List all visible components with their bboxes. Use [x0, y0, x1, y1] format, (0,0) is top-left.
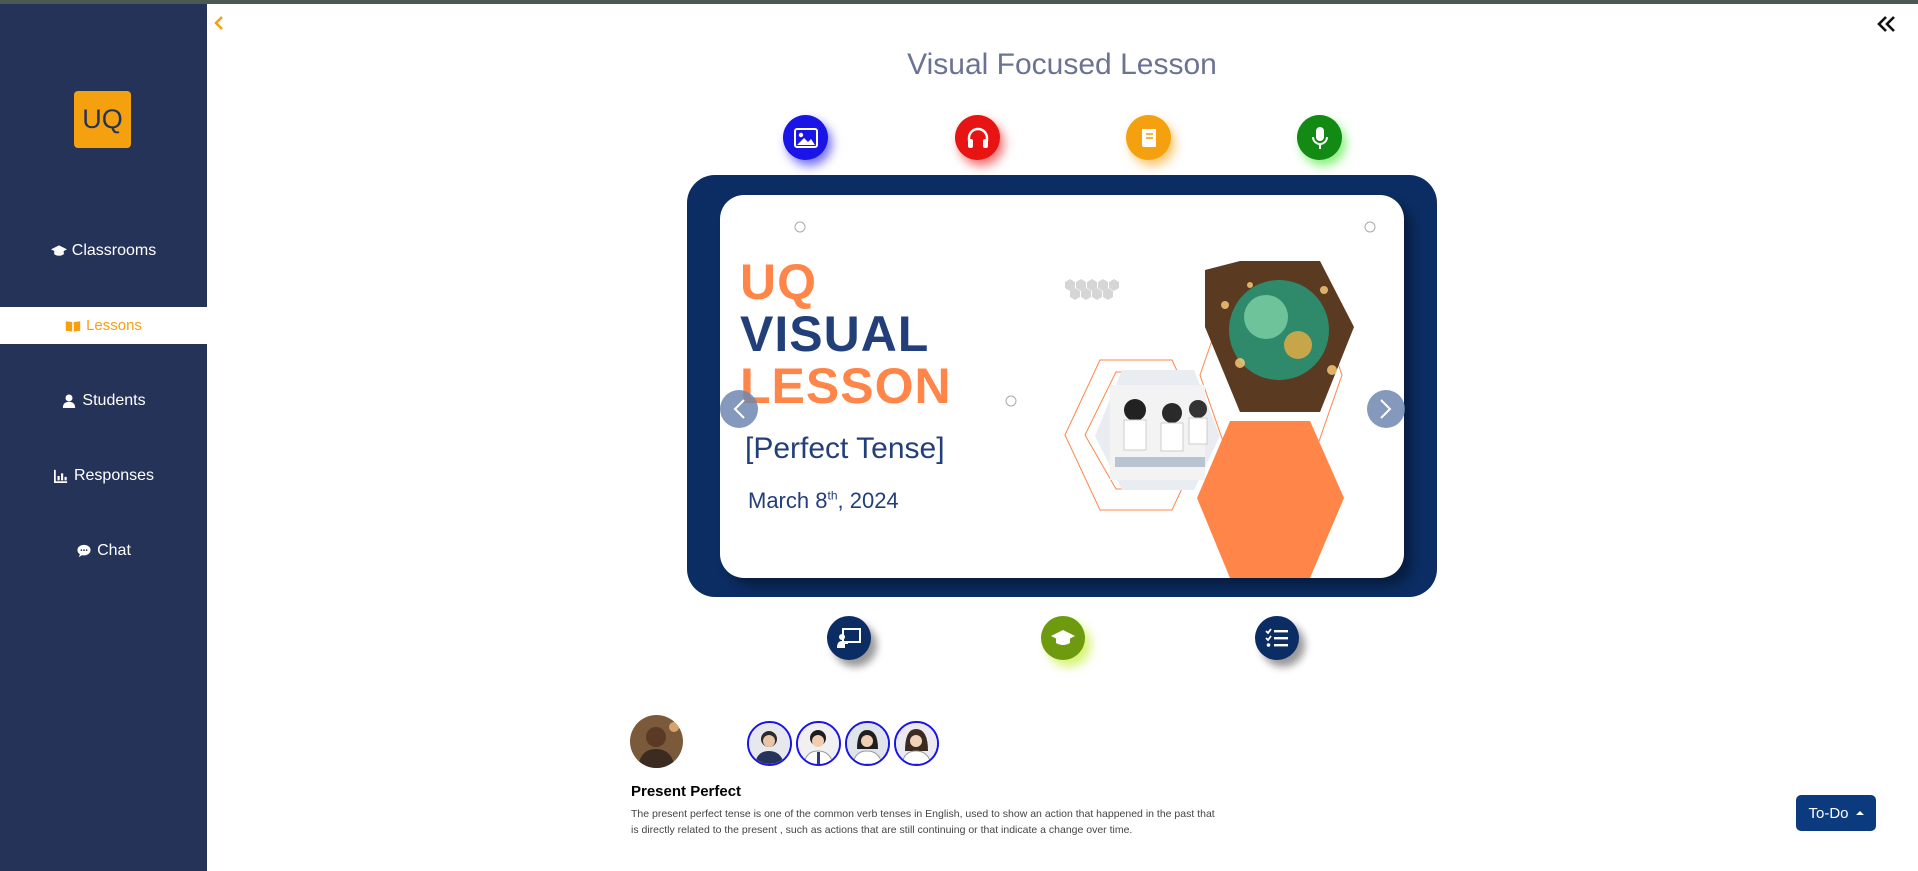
- book-icon: [1141, 128, 1156, 147]
- lesson-name: Present Perfect: [631, 783, 742, 800]
- slide-title-line1: UQ: [740, 254, 817, 310]
- reading-mode-button[interactable]: [1126, 115, 1171, 160]
- teacher-avatar[interactable]: [630, 715, 683, 768]
- back-button[interactable]: [214, 14, 224, 37]
- previous-slide-button[interactable]: [720, 390, 758, 428]
- sidebar-item-label: Lessons: [86, 317, 142, 334]
- sidebar-item-label: Students: [82, 391, 146, 409]
- sidebar-item-chat[interactable]: Chat: [0, 532, 207, 569]
- slide-date: March 8th, 2024: [748, 488, 899, 514]
- page-title: Visual Focused Lesson: [907, 48, 1217, 81]
- graduation-button[interactable]: [1041, 616, 1085, 660]
- graduation-cap-icon: [50, 244, 67, 256]
- slide-date-prefix: March 8: [748, 488, 828, 513]
- bar-chart-icon: [53, 469, 68, 483]
- image-icon: [793, 127, 818, 148]
- chevron-right-icon: [1380, 399, 1392, 419]
- user-icon: [63, 393, 76, 408]
- microphone-icon: [1311, 126, 1328, 149]
- caret-up-icon: [1855, 811, 1864, 815]
- double-chevron-left-icon: [1877, 16, 1895, 32]
- graduation-cap-icon: [1051, 630, 1075, 645]
- checklist-icon: [1265, 628, 1288, 647]
- student-avatar[interactable]: [796, 721, 841, 766]
- slide-date-sup: th: [827, 488, 838, 503]
- todo-label: To-Do: [1808, 804, 1849, 822]
- student-avatar[interactable]: [894, 721, 939, 766]
- presentation-button[interactable]: [827, 616, 871, 660]
- sidebar-item-responses[interactable]: Responses: [0, 457, 207, 494]
- presentation-icon: [837, 628, 861, 648]
- speaking-mode-button[interactable]: [1297, 115, 1342, 160]
- sidebar: UQ Classrooms Lessons Students Responses…: [0, 4, 207, 871]
- sidebar-item-students[interactable]: Students: [0, 382, 207, 419]
- top-strip: [0, 0, 1918, 4]
- audio-mode-button[interactable]: [955, 115, 1000, 160]
- headphones-icon: [967, 127, 988, 148]
- lesson-slide: UQ VISUAL LESSON [Perfect Tense] March 8…: [720, 195, 1404, 578]
- sidebar-item-lessons[interactable]: Lessons: [0, 307, 207, 344]
- collapse-button[interactable]: [1877, 10, 1897, 40]
- checklist-button[interactable]: [1255, 616, 1299, 660]
- chevron-left-icon: [733, 399, 745, 419]
- student-avatar[interactable]: [747, 721, 792, 766]
- chevron-left-icon: [214, 16, 223, 30]
- students-photo: [1110, 385, 1208, 480]
- slide-title-line2: VISUAL: [740, 306, 930, 362]
- slide-date-suffix: , 2024: [837, 488, 899, 513]
- sidebar-item-label: Responses: [73, 466, 155, 484]
- sidebar-item-label: Chat: [97, 541, 131, 559]
- lesson-description: The present perfect tense is one of the …: [631, 808, 1215, 836]
- logo: UQ: [74, 91, 131, 148]
- image-mode-button[interactable]: [783, 115, 828, 160]
- slide-topic: [Perfect Tense]: [745, 432, 945, 465]
- todo-button[interactable]: To-Do: [1796, 795, 1876, 831]
- next-slide-button[interactable]: [1367, 390, 1405, 428]
- book-open-icon: [65, 320, 81, 332]
- sidebar-item-classrooms[interactable]: Classrooms: [0, 232, 207, 269]
- sidebar-item-label: Classrooms: [71, 241, 157, 259]
- slide-title-line3: LESSON: [740, 358, 952, 414]
- student-avatar[interactable]: [845, 721, 890, 766]
- chat-bubble-icon: [77, 544, 91, 557]
